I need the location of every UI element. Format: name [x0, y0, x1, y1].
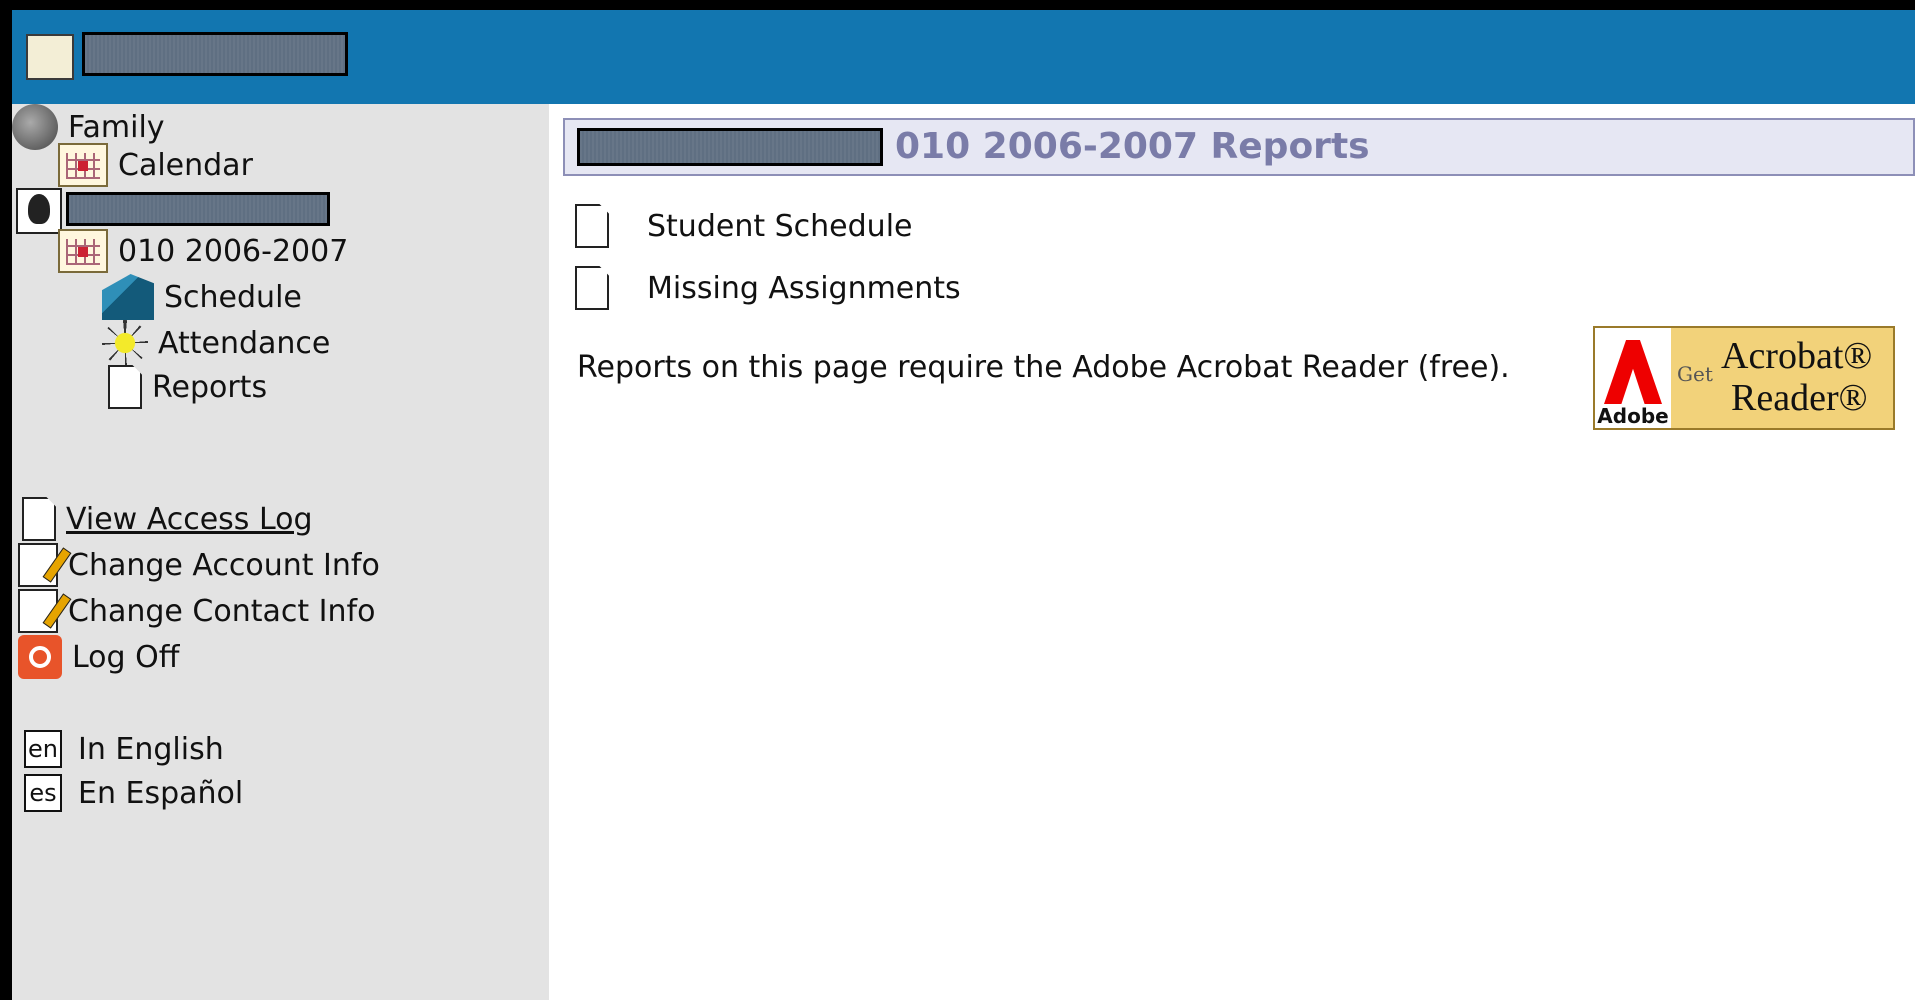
get-acrobat-reader-button[interactable]: Adobe Get Acrobat® Reader® [1593, 326, 1895, 430]
sidebar-item-label: Log Off [72, 639, 180, 675]
calendar-icon [58, 143, 108, 187]
page-title-bar: 010 2006-2007 Reports [563, 118, 1915, 176]
edit-icon [18, 589, 58, 633]
sidebar-item-label: Change Account Info [68, 547, 380, 583]
sun-icon [102, 320, 148, 366]
change-account-info-link[interactable]: Change Account Info [18, 542, 380, 588]
document-icon [575, 204, 609, 248]
adobe-word: Adobe [1597, 404, 1669, 428]
redacted-name [82, 32, 348, 76]
language-spanish-link[interactable]: es En Español [24, 770, 243, 816]
window-left-border [0, 0, 12, 1000]
report-label[interactable]: Student Schedule [647, 209, 913, 244]
report-link-student-schedule[interactable]: Student Schedule [575, 204, 913, 248]
building-icon [102, 274, 154, 320]
redacted-student-title [577, 128, 883, 166]
sidebar-item-label: Schedule [164, 279, 302, 315]
sidebar-item-label: Attendance [158, 325, 331, 361]
sidebar-item-label: In English [78, 731, 224, 767]
sidebar: Family Calendar 010 2006-2007 Schedule A… [12, 104, 549, 1000]
acrobat-word: Acrobat® [1721, 335, 1873, 377]
student-icon [16, 188, 62, 234]
globe-family-icon [12, 104, 58, 150]
language-icon: en [24, 730, 62, 768]
acrobat-notice: Reports on this page require the Adobe A… [577, 350, 1510, 385]
app-header [12, 10, 1915, 104]
page-title: 010 2006-2007 Reports [895, 126, 1370, 167]
change-contact-info-link[interactable]: Change Contact Info [18, 588, 375, 634]
window-top-border [0, 0, 1915, 10]
language-icon: es [24, 774, 62, 812]
redacted-student-name [66, 192, 330, 226]
sidebar-item-label: 010 2006-2007 [118, 233, 349, 269]
sidebar-item-label: En Español [78, 775, 244, 811]
sidebar-item-label: Calendar [118, 147, 253, 183]
sidebar-item-attendance[interactable]: Attendance [102, 320, 330, 366]
log-off-link[interactable]: Log Off [18, 634, 179, 680]
language-english-link[interactable]: en In English [24, 726, 224, 772]
sidebar-item-calendar[interactable]: Calendar [58, 142, 253, 188]
view-access-log-link[interactable]: View Access Log [22, 496, 313, 542]
sidebar-item-label[interactable]: View Access Log [66, 502, 313, 537]
sidebar-item-label: Family [68, 109, 165, 145]
sidebar-item-term[interactable]: 010 2006-2007 [58, 228, 348, 274]
report-link-missing-assignments[interactable]: Missing Assignments [575, 266, 961, 310]
document-icon [22, 497, 56, 541]
calendar-icon [58, 229, 108, 273]
document-icon [575, 266, 609, 310]
sidebar-item-schedule[interactable]: Schedule [102, 274, 302, 320]
sidebar-item-reports[interactable]: Reports [108, 364, 267, 410]
reader-word: Reader® [1731, 377, 1868, 419]
report-label[interactable]: Missing Assignments [647, 271, 961, 306]
power-icon [18, 635, 62, 679]
get-word: Get [1677, 362, 1713, 386]
sidebar-item-label: Change Contact Info [68, 593, 376, 629]
main-content: 010 2006-2007 Reports Student Schedule M… [549, 104, 1915, 1000]
edit-icon [18, 543, 58, 587]
document-icon [108, 365, 142, 409]
adobe-logo-icon: Adobe [1595, 328, 1671, 428]
sidebar-item-label: Reports [152, 369, 268, 405]
app-logo-icon[interactable] [26, 34, 74, 80]
